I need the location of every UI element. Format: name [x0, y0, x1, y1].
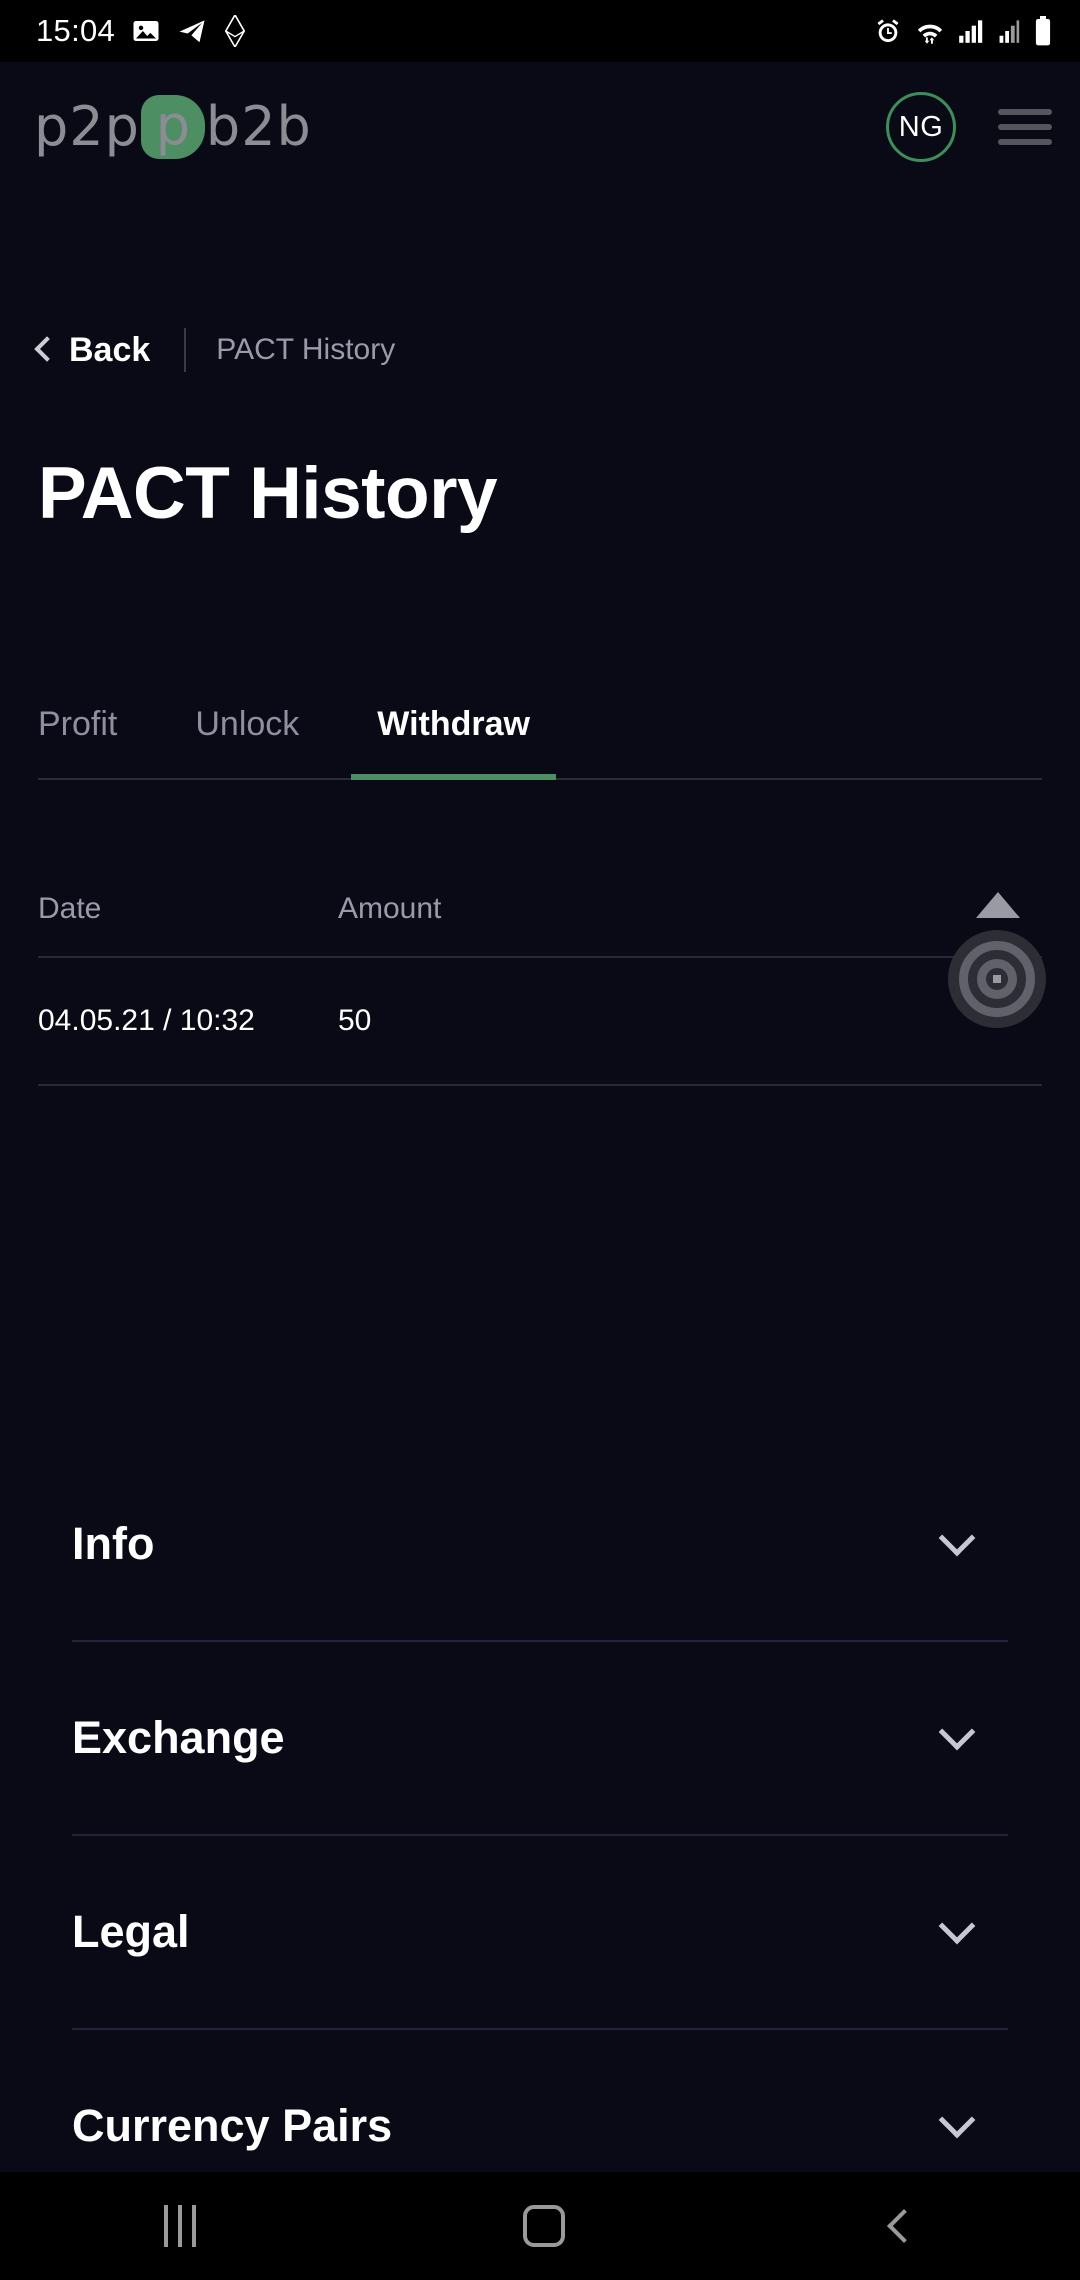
- accordion-label: Exchange: [72, 1712, 285, 1763]
- app-header: p2p p b2b NG: [0, 62, 1080, 192]
- hamburger-bar: [998, 139, 1052, 145]
- bullseye-ring-inner: [977, 959, 1017, 999]
- accordion-label: Info: [72, 1518, 155, 1569]
- status-time: 15:04: [36, 13, 116, 48]
- back-label: Back: [69, 330, 151, 369]
- breadcrumb: Back PACT History: [34, 322, 396, 378]
- status-bar: 15:04: [0, 0, 1080, 62]
- status-bar-right: [874, 16, 1052, 46]
- cell-amount: 50: [338, 1004, 372, 1037]
- history-table: Date Amount 04.05.21 / 10:32 50: [38, 862, 1042, 1086]
- telegram-icon: [179, 20, 205, 43]
- bullseye-ring-outer: [959, 941, 1035, 1017]
- table-body: 04.05.21 / 10:32 50: [38, 958, 1042, 1086]
- hamburger-bar: [998, 124, 1052, 130]
- table-row[interactable]: 04.05.21 / 10:32 50: [38, 958, 1042, 1086]
- photo-icon: [133, 21, 159, 41]
- wifi-icon: [917, 24, 943, 44]
- alarm-icon: [877, 19, 899, 43]
- logo-suffix: b2b: [205, 95, 312, 158]
- header-actions: NG: [886, 92, 1052, 162]
- tab-unlock[interactable]: Unlock: [195, 705, 299, 778]
- signal-icon: [959, 20, 983, 43]
- app-logo[interactable]: p2p p b2b: [34, 91, 312, 163]
- battery-icon: [1035, 16, 1051, 46]
- chevron-down-icon[interactable]: [938, 1713, 976, 1751]
- diamond-icon: [224, 15, 246, 47]
- logo-prefix: p2p: [34, 95, 140, 158]
- recents-bar: [177, 2205, 182, 2247]
- chevron-down-icon[interactable]: [938, 1519, 976, 1557]
- chevron-down-icon[interactable]: [938, 2101, 976, 2139]
- tab-profit[interactable]: Profit: [38, 705, 117, 778]
- breadcrumb-divider: [184, 328, 187, 372]
- status-bar-left: 15:04: [36, 13, 247, 49]
- signal-secondary-icon: [999, 20, 1020, 43]
- recents-icon[interactable]: [163, 2205, 196, 2247]
- logo-badge-icon: p: [140, 93, 205, 159]
- footer-accordion: Info Exchange Legal Currency Pairs Crypt…: [72, 1448, 1008, 2280]
- accordion-label: Currency Pairs: [72, 2100, 393, 2151]
- chevron-left-icon: [34, 336, 60, 362]
- tab-bar: Profit Unlock Withdraw: [38, 666, 1042, 780]
- home-icon[interactable]: [522, 2205, 565, 2247]
- back-button[interactable]: Back: [34, 330, 151, 370]
- triangle-up-icon[interactable]: [976, 892, 1020, 918]
- hamburger-icon[interactable]: [998, 107, 1052, 147]
- column-header-date: Date: [38, 892, 102, 925]
- bullseye-icon[interactable]: [948, 930, 1046, 1028]
- page-title: PACT History: [38, 453, 498, 534]
- recents-bar: [191, 2205, 196, 2247]
- accordion-item-info[interactable]: Info: [72, 1448, 1008, 1642]
- android-nav-bar: [0, 2172, 1080, 2280]
- floating-assistive-widget[interactable]: [948, 892, 1048, 1032]
- breadcrumb-current: PACT History: [216, 333, 396, 366]
- accordion-label: Legal: [72, 1906, 190, 1957]
- cell-date: 04.05.21 / 10:32: [38, 1004, 255, 1037]
- tab-withdraw[interactable]: Withdraw: [351, 705, 556, 780]
- phone-screen: 15:04 p2p p b2b NG Back PACT History PAC…: [0, 0, 1080, 2280]
- chevron-down-icon[interactable]: [938, 1907, 976, 1945]
- hamburger-bar: [998, 109, 1052, 115]
- accordion-item-exchange[interactable]: Exchange: [72, 1642, 1008, 1836]
- accordion-item-legal[interactable]: Legal: [72, 1836, 1008, 2030]
- column-header-amount: Amount: [338, 892, 442, 925]
- back-icon[interactable]: [887, 2209, 922, 2243]
- recents-bar: [163, 2205, 168, 2247]
- avatar-initials: NG: [898, 110, 944, 143]
- table-header-row: Date Amount: [38, 862, 1042, 958]
- avatar[interactable]: NG: [886, 92, 956, 162]
- bullseye-center-dot: [993, 975, 1001, 983]
- logo-badge-letter: p: [155, 93, 191, 157]
